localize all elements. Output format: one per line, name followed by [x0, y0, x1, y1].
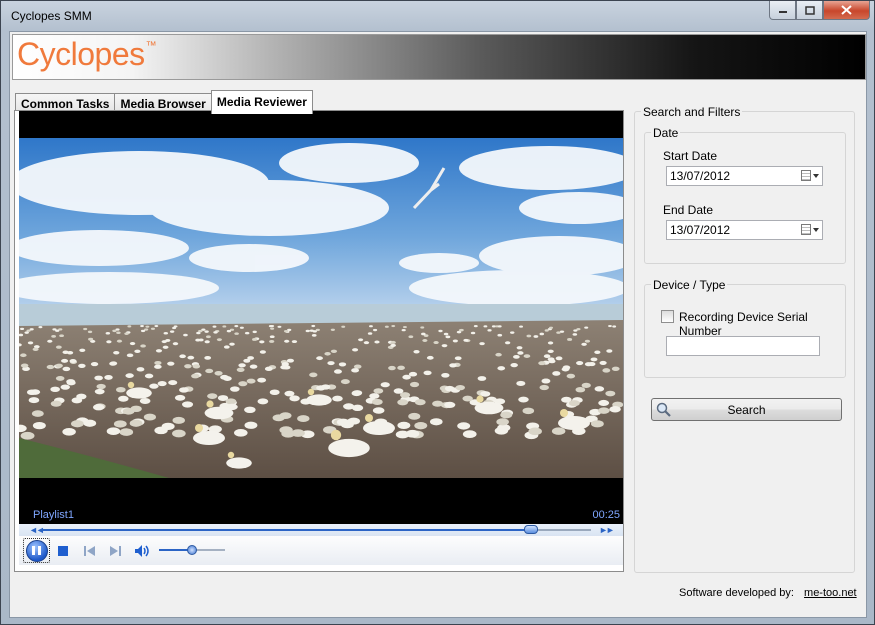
start-date-value: 13/07/2012 [670, 169, 731, 183]
maximize-icon [804, 5, 815, 15]
date-group: Date Start Date 13/07/2012 End Date 13/0… [644, 126, 846, 264]
chevron-down-icon [813, 227, 819, 232]
seek-progress [43, 529, 531, 531]
elapsed-time: 00:25 [592, 509, 620, 521]
calendar-icon [801, 170, 811, 181]
serial-number-label: Recording Device Serial Number [679, 310, 808, 338]
end-date-value: 13/07/2012 [670, 223, 731, 237]
playlist-label: Playlist1 [33, 509, 74, 521]
volume-icon [134, 544, 149, 557]
pause-button[interactable] [23, 538, 50, 563]
banner: Cyclopes™ [12, 34, 866, 80]
seek-bar[interactable] [43, 525, 591, 534]
close-icon [841, 5, 852, 15]
tab-media-reviewer[interactable]: Media Reviewer [210, 90, 313, 114]
search-icon [656, 402, 671, 417]
start-date-label: Start Date [663, 149, 718, 163]
minimize-button[interactable] [769, 1, 796, 20]
seek-bar-area: ◄◄ ►► [19, 524, 623, 536]
title-bar[interactable]: Cyclopes SMM [1, 1, 874, 31]
fast-forward-icon[interactable]: ►► [599, 525, 615, 535]
volume-slider[interactable] [159, 545, 225, 555]
cyclopes-logo: Cyclopes™ [17, 36, 157, 72]
stop-icon [57, 545, 68, 556]
mute-button[interactable] [133, 543, 151, 558]
device-type-title: Device / Type [651, 278, 728, 292]
close-button[interactable] [823, 1, 870, 20]
minimize-icon [778, 11, 787, 13]
pause-icon [25, 539, 48, 562]
video-frame[interactable] [19, 138, 623, 478]
end-date-label: End Date [663, 203, 714, 217]
search-button-label: Search [727, 402, 766, 417]
video-player[interactable]: Playlist1 00:25 [19, 111, 623, 524]
app-window: Cyclopes SMM Cyclopes™ Common Tasks Medi… [0, 0, 875, 625]
end-date-picker[interactable]: 13/07/2012 [666, 220, 823, 240]
calendar-dropdown[interactable] [801, 224, 819, 235]
credit-text: Software developed by: me-too.net [679, 587, 857, 599]
calendar-dropdown[interactable] [801, 170, 819, 181]
search-button[interactable]: Search [651, 398, 842, 421]
player-controls [19, 536, 623, 565]
device-type-group: Device / Type Recording Device Serial Nu… [644, 278, 846, 378]
media-reviewer-panel: Playlist1 00:25 ◄◄ ►► [14, 110, 624, 572]
date-group-title: Date [651, 126, 681, 140]
serial-number-input[interactable] [666, 336, 820, 356]
caption-buttons [769, 1, 870, 20]
client-area: Cyclopes™ Common Tasks Media Browser Med… [9, 31, 867, 618]
next-icon [109, 545, 121, 556]
search-filters-group: Search and Filters Date Start Date 13/07… [634, 105, 855, 573]
calendar-icon [801, 224, 811, 235]
stop-button[interactable] [57, 545, 68, 556]
maximize-button[interactable] [796, 1, 823, 20]
video-still-gannet-colony [19, 138, 623, 478]
credit-label: Software developed by: [679, 587, 794, 599]
serial-number-checkbox[interactable] [661, 310, 674, 323]
chevron-down-icon [813, 173, 819, 178]
seek-thumb[interactable] [523, 525, 538, 534]
previous-button[interactable] [82, 544, 96, 557]
start-date-picker[interactable]: 13/07/2012 [666, 166, 823, 186]
previous-icon [83, 545, 95, 556]
credit-link[interactable]: me-too.net [804, 587, 857, 599]
next-button[interactable] [108, 544, 122, 557]
rewind-icon[interactable]: ◄◄ [29, 525, 45, 535]
volume-thumb[interactable] [187, 545, 197, 555]
window-title: Cyclopes SMM [11, 9, 92, 23]
search-filters-title: Search and Filters [641, 105, 743, 119]
